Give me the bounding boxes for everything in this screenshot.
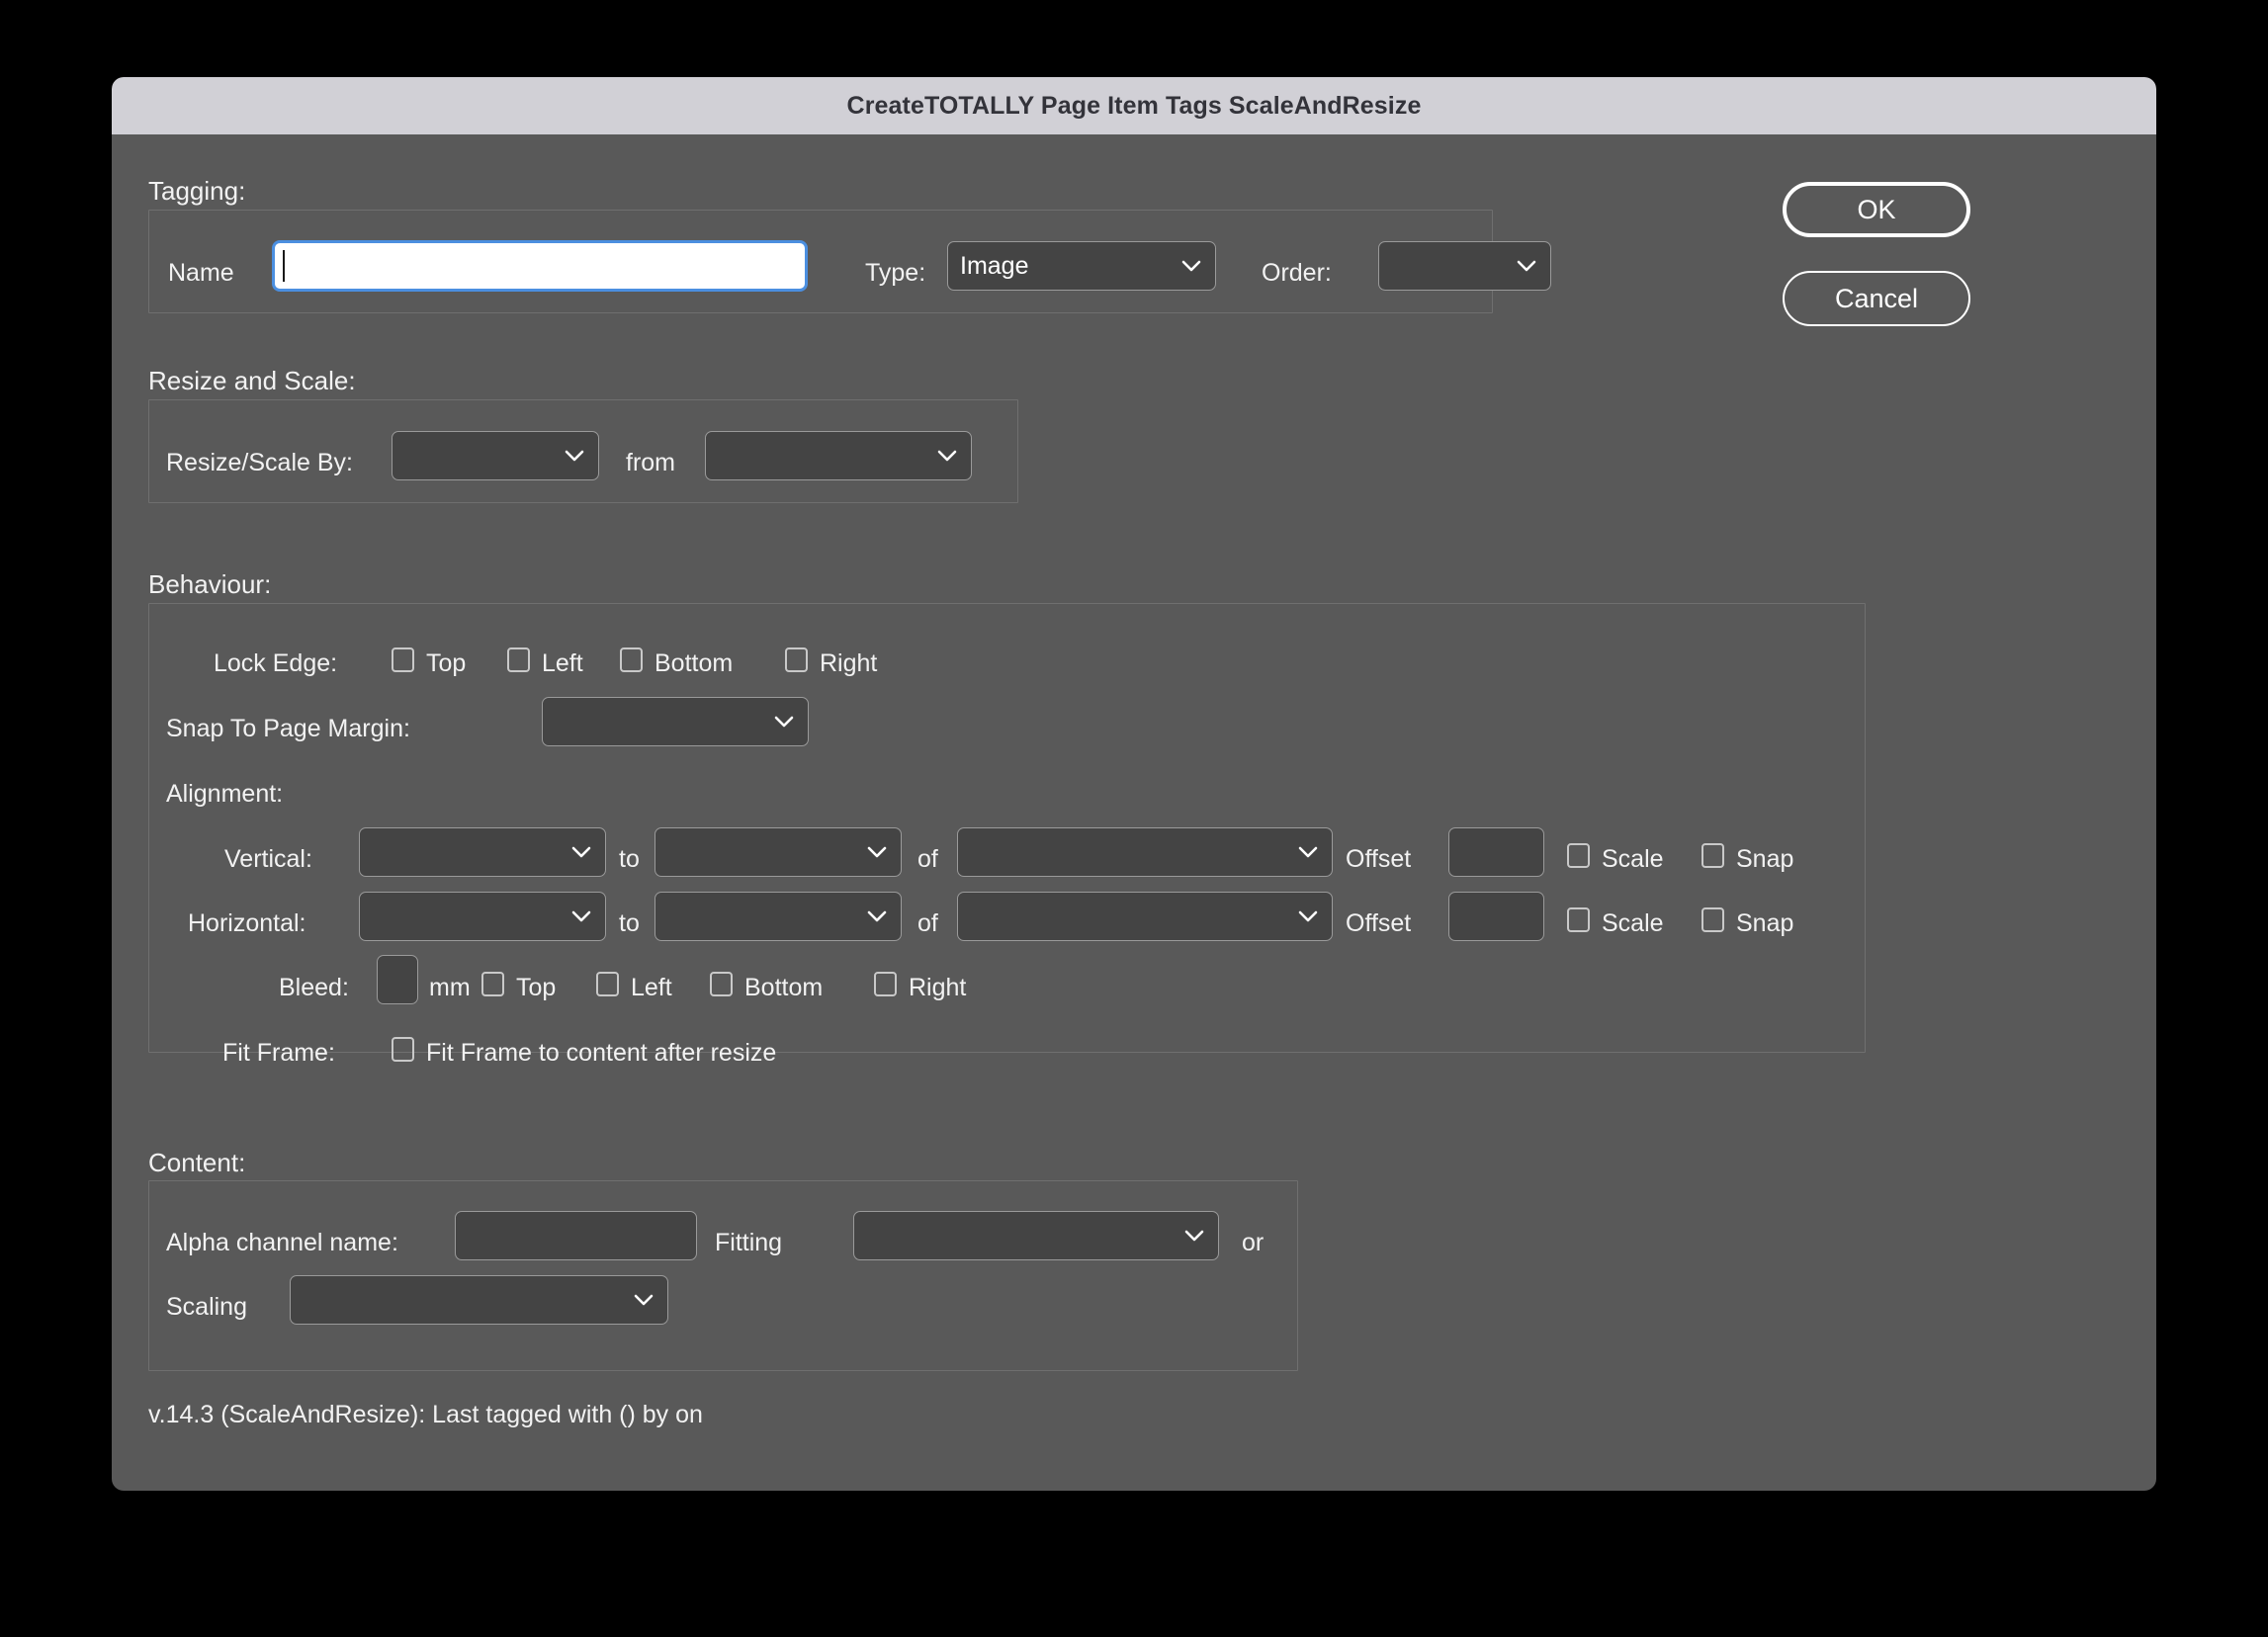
- horizontal-to-select[interactable]: [654, 892, 902, 941]
- lock-edge-left-label: Left: [542, 649, 583, 677]
- lock-edge-left-checkbox[interactable]: [507, 647, 530, 672]
- chevron-down-icon: [867, 910, 887, 922]
- order-label: Order:: [1262, 259, 1332, 287]
- fit-frame-checkbox[interactable]: [392, 1037, 414, 1062]
- horizontal-label: Horizontal:: [188, 909, 306, 937]
- cancel-button[interactable]: Cancel: [1783, 271, 1970, 326]
- vertical-scale-checkbox[interactable]: [1567, 843, 1590, 868]
- or-label: or: [1242, 1229, 1265, 1256]
- behaviour-section-heading: Behaviour:: [148, 569, 272, 599]
- bleed-unit-label: mm: [429, 974, 471, 1001]
- type-select-value: Image: [960, 251, 1029, 280]
- chevron-down-icon: [565, 450, 584, 462]
- chevron-down-icon: [774, 716, 794, 728]
- chevron-down-icon: [1298, 846, 1318, 858]
- chevron-down-icon: [634, 1294, 654, 1306]
- order-select[interactable]: [1378, 241, 1551, 291]
- content-section-heading: Content:: [148, 1148, 246, 1177]
- vertical-scale-label: Scale: [1602, 845, 1664, 873]
- text-caret: [283, 250, 285, 282]
- tagging-section-heading: Tagging:: [148, 176, 246, 206]
- bleed-top-checkbox[interactable]: [481, 972, 504, 996]
- scaling-select[interactable]: [290, 1275, 668, 1325]
- vertical-snap-checkbox[interactable]: [1701, 843, 1724, 868]
- alpha-channel-label: Alpha channel name:: [166, 1229, 398, 1256]
- dialog-title: CreateTOTALLY Page Item Tags ScaleAndRes…: [846, 91, 1422, 120]
- name-label: Name: [168, 259, 234, 287]
- bleed-right-label: Right: [909, 974, 967, 1001]
- lock-edge-bottom-checkbox[interactable]: [620, 647, 643, 672]
- fit-frame-label: Fit Frame:: [222, 1039, 335, 1067]
- chevron-down-icon: [1517, 260, 1536, 272]
- fitting-select[interactable]: [853, 1211, 1219, 1260]
- ok-button-label: OK: [1857, 194, 1896, 224]
- snap-to-page-margin-label: Snap To Page Margin:: [166, 715, 410, 742]
- dialog-titlebar: CreateTOTALLY Page Item Tags ScaleAndRes…: [112, 77, 2156, 134]
- lock-edge-top-label: Top: [426, 649, 467, 677]
- lock-edge-top-checkbox[interactable]: [392, 647, 414, 672]
- horizontal-snap-label: Snap: [1736, 909, 1794, 937]
- cancel-button-label: Cancel: [1834, 283, 1919, 313]
- bleed-right-checkbox[interactable]: [874, 972, 897, 996]
- horizontal-align-select[interactable]: [359, 892, 606, 941]
- vertical-snap-label: Snap: [1736, 845, 1794, 873]
- vertical-label: Vertical:: [224, 845, 312, 873]
- lock-edge-right-checkbox[interactable]: [785, 647, 808, 672]
- chevron-down-icon: [571, 910, 591, 922]
- vertical-to-label: to: [619, 845, 640, 873]
- vertical-offset-label: Offset: [1346, 845, 1412, 873]
- horizontal-of-select[interactable]: [957, 892, 1333, 941]
- horizontal-offset-label: Offset: [1346, 909, 1412, 937]
- bleed-bottom-label: Bottom: [744, 974, 824, 1001]
- vertical-of-select[interactable]: [957, 827, 1333, 877]
- chevron-down-icon: [1298, 910, 1318, 922]
- ok-button[interactable]: OK: [1783, 182, 1970, 237]
- vertical-offset-input[interactable]: [1448, 827, 1544, 877]
- dialog-body: OK Cancel Tagging: Name Type: Image Orde…: [112, 134, 2156, 1491]
- bleed-left-label: Left: [631, 974, 672, 1001]
- lock-edge-bottom-label: Bottom: [654, 649, 734, 677]
- bleed-label: Bleed:: [279, 974, 349, 1001]
- horizontal-to-label: to: [619, 909, 640, 937]
- bleed-left-checkbox[interactable]: [596, 972, 619, 996]
- dialog-window: CreateTOTALLY Page Item Tags ScaleAndRes…: [112, 77, 2156, 1491]
- fit-frame-checkbox-label: Fit Frame to content after resize: [426, 1039, 777, 1067]
- type-select[interactable]: Image: [947, 241, 1216, 291]
- from-select[interactable]: [705, 431, 972, 480]
- bleed-value-input[interactable]: [377, 955, 418, 1004]
- bleed-bottom-checkbox[interactable]: [710, 972, 733, 996]
- resize-scale-by-label: Resize/Scale By:: [166, 449, 353, 476]
- from-label: from: [626, 449, 675, 476]
- chevron-down-icon: [937, 450, 957, 462]
- chevron-down-icon: [1181, 260, 1201, 272]
- chevron-down-icon: [1184, 1230, 1204, 1242]
- vertical-of-label: of: [917, 845, 938, 873]
- resize-scale-by-select[interactable]: [392, 431, 599, 480]
- chevron-down-icon: [571, 846, 591, 858]
- version-status-text: v.14.3 (ScaleAndResize): Last tagged wit…: [148, 1401, 703, 1428]
- chevron-down-icon: [867, 846, 887, 858]
- horizontal-snap-checkbox[interactable]: [1701, 907, 1724, 932]
- name-input[interactable]: [273, 241, 807, 291]
- scaling-label: Scaling: [166, 1293, 247, 1321]
- alpha-channel-input[interactable]: [455, 1211, 697, 1260]
- resize-section-heading: Resize and Scale:: [148, 366, 356, 395]
- fitting-label: Fitting: [715, 1229, 783, 1256]
- horizontal-of-label: of: [917, 909, 938, 937]
- alignment-label: Alignment:: [166, 780, 284, 808]
- lock-edge-right-label: Right: [820, 649, 878, 677]
- horizontal-offset-input[interactable]: [1448, 892, 1544, 941]
- horizontal-scale-checkbox[interactable]: [1567, 907, 1590, 932]
- vertical-align-select[interactable]: [359, 827, 606, 877]
- type-label: Type:: [865, 259, 926, 287]
- bleed-top-label: Top: [516, 974, 557, 1001]
- vertical-to-select[interactable]: [654, 827, 902, 877]
- snap-to-page-margin-select[interactable]: [542, 697, 809, 746]
- lock-edge-label: Lock Edge:: [214, 649, 338, 677]
- horizontal-scale-label: Scale: [1602, 909, 1664, 937]
